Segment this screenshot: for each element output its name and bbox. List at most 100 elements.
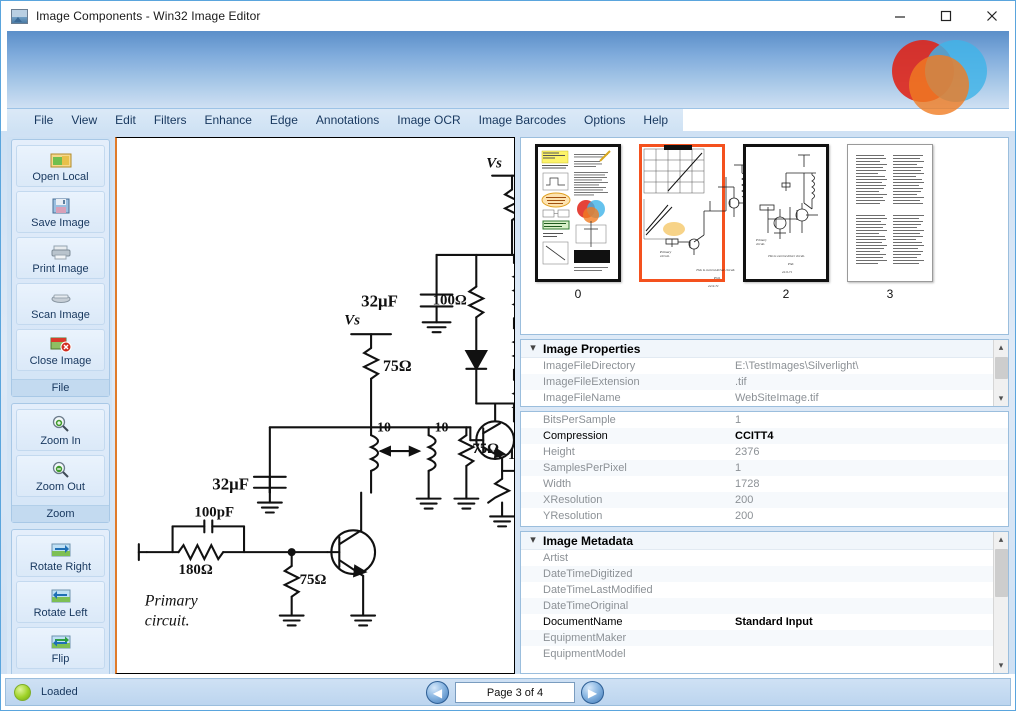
menu-bar: File View Edit Filters Enhance Edge Anno…: [7, 109, 683, 131]
header-banner: [7, 31, 1009, 115]
property-value: 200: [735, 494, 754, 506]
close-image-label: Close Image: [29, 355, 92, 367]
image-editor-icon: [11, 8, 28, 24]
label-c32uf-top: 32μF: [361, 291, 398, 310]
property-row: SamplesPerPixel 1: [521, 460, 1008, 476]
metadata-row: DateTimeDigitized: [521, 566, 1008, 582]
thumbnail-3[interactable]: 3: [845, 144, 935, 301]
metadata-row: DateTimeLastModified: [521, 582, 1008, 598]
menu-image-barcodes[interactable]: Image Barcodes: [470, 111, 575, 129]
svg-text:This is current driver circuit: This is current driver circuit.: [696, 268, 735, 272]
save-image-button[interactable]: Save Image: [16, 191, 105, 233]
property-row: BitsPerSample 1: [521, 412, 1008, 428]
zoom-in-button[interactable]: Zoom In: [16, 409, 105, 451]
title-bar: Image Components - Win32 Image Editor: [1, 1, 1015, 31]
property-key: YResolution: [543, 510, 603, 522]
thumbnail-0[interactable]: 0: [533, 144, 623, 301]
property-value: 1: [735, 414, 742, 426]
metadata-key: DateTimeOriginal: [543, 600, 629, 612]
right-panel: 0 Primary circuit. This is current drive…: [520, 137, 1009, 674]
property-key: BitsPerSample: [543, 414, 616, 426]
metadata-row: EquipmentModel: [521, 646, 1008, 662]
menu-filters[interactable]: Filters: [145, 111, 196, 129]
print-image-label: Print Image: [32, 263, 89, 275]
page-indicator[interactable]: Page 3 of 4: [455, 682, 575, 703]
open-folder-icon: [49, 150, 73, 170]
scrollbar-thumb[interactable]: [994, 549, 1008, 597]
image-properties-panel: ▾ Image Properties ImageFileDirectory E:…: [520, 339, 1009, 407]
label-l10-b: 10: [435, 420, 449, 435]
chevron-down-icon[interactable]: ▾: [527, 343, 539, 354]
chevron-up-icon[interactable]: ▴: [994, 340, 1009, 355]
rotate-left-icon: [49, 586, 73, 606]
open-local-button[interactable]: Open Local: [16, 145, 105, 187]
thumbnail-strip[interactable]: 0 Primary circuit. This is current drive…: [520, 137, 1009, 335]
property-value: 1728: [735, 478, 760, 490]
menu-annotations[interactable]: Annotations: [307, 111, 388, 129]
image-properties-header[interactable]: ▾ Image Properties: [521, 340, 1008, 358]
next-page-button[interactable]: ▶: [581, 681, 604, 704]
thumbnail-3-label: 3: [886, 287, 894, 301]
thumbnail-0-label: 0: [574, 287, 582, 301]
scan-image-label: Scan Image: [31, 309, 90, 321]
scanner-icon: [49, 288, 73, 308]
thumbnail-1[interactable]: Primary circuit. This is current driver …: [637, 144, 750, 301]
svg-text:circuit.: circuit.: [660, 254, 670, 258]
metadata-value: Standard Input: [735, 616, 813, 628]
status-bar: Loaded ◀ Page 3 of 4 ▶: [5, 678, 1011, 706]
label-r100: 100Ω: [433, 292, 467, 308]
property-key: ImageFileExtension: [543, 376, 640, 388]
label-r180: 180Ω: [179, 562, 213, 578]
image-metadata-scrollbar[interactable]: ▴ ▾: [993, 532, 1008, 673]
zoom-out-button[interactable]: Zoom Out: [16, 455, 105, 497]
image-metadata-header[interactable]: ▾ Image Metadata: [521, 532, 1008, 550]
property-value: 1: [735, 462, 742, 474]
chevron-down-icon[interactable]: ▾: [994, 391, 1009, 406]
previous-page-button[interactable]: ◀: [426, 681, 449, 704]
maximize-button[interactable]: [923, 1, 969, 31]
menu-options[interactable]: Options: [575, 111, 634, 129]
chevron-down-icon[interactable]: ▾: [527, 535, 539, 546]
label-r75-bottom: 75Ω: [300, 572, 327, 588]
minimize-button[interactable]: [877, 1, 923, 31]
left-toolbar: Open Local Save Image Print Image Scan I…: [7, 137, 112, 674]
menu-edit[interactable]: Edit: [106, 111, 145, 129]
property-row: Width 1728: [521, 476, 1008, 492]
thumbnail-0-page: [535, 144, 621, 282]
svg-text:Phil.: Phil.: [713, 276, 721, 280]
image-canvas[interactable]: Vs 12Ω 32μF 100Ω Vs 75Ω 32μF 100pF 180Ω …: [115, 137, 515, 674]
scan-image-button[interactable]: Scan Image: [16, 283, 105, 325]
rotate-right-button[interactable]: Rotate Right: [16, 535, 105, 577]
image-properties-scrollbar[interactable]: ▴ ▾: [993, 340, 1008, 406]
close-button[interactable]: [969, 1, 1015, 31]
print-image-button[interactable]: Print Image: [16, 237, 105, 279]
menu-file[interactable]: File: [25, 111, 62, 129]
menu-image-ocr[interactable]: Image OCR: [388, 111, 469, 129]
menu-edge[interactable]: Edge: [261, 111, 307, 129]
three-overlapping-circles-logo: [892, 40, 987, 115]
flip-button[interactable]: Flip: [16, 627, 105, 669]
property-value: 200: [735, 510, 754, 522]
thumbnail-3-page: [847, 144, 933, 282]
zoom-in-label: Zoom In: [40, 435, 81, 447]
property-value: 2376: [735, 446, 760, 458]
property-row: ImageFileExtension .tif: [521, 374, 1008, 390]
menu-view[interactable]: View: [62, 111, 106, 129]
metadata-row: DocumentName Standard Input: [521, 614, 1008, 630]
thumbnail-2[interactable]: Primary circuit. This is current driver …: [741, 144, 831, 301]
image-properties-detail-panel: BitsPerSample 1 Compression CCITT4 Heigh…: [520, 411, 1009, 527]
menu-enhance[interactable]: Enhance: [196, 111, 261, 129]
close-image-button[interactable]: Close Image: [16, 329, 105, 371]
svg-text:circuit.: circuit.: [756, 242, 765, 246]
menu-help[interactable]: Help: [634, 111, 677, 129]
metadata-row: Artist: [521, 550, 1008, 566]
metadata-key: EquipmentModel: [543, 648, 626, 660]
rotate-left-button[interactable]: Rotate Left: [16, 581, 105, 623]
ribbon-group-zoom: Zoom In Zoom Out Zoom: [11, 403, 110, 523]
app-window: Image Components - Win32 Image Editor Fi…: [0, 0, 1016, 711]
chevron-up-icon[interactable]: ▴: [994, 532, 1009, 547]
scrollbar-thumb[interactable]: [994, 357, 1008, 379]
chevron-down-icon[interactable]: ▾: [994, 658, 1009, 673]
property-key: SamplesPerPixel: [543, 462, 627, 474]
magnifier-minus-icon: [49, 460, 73, 480]
